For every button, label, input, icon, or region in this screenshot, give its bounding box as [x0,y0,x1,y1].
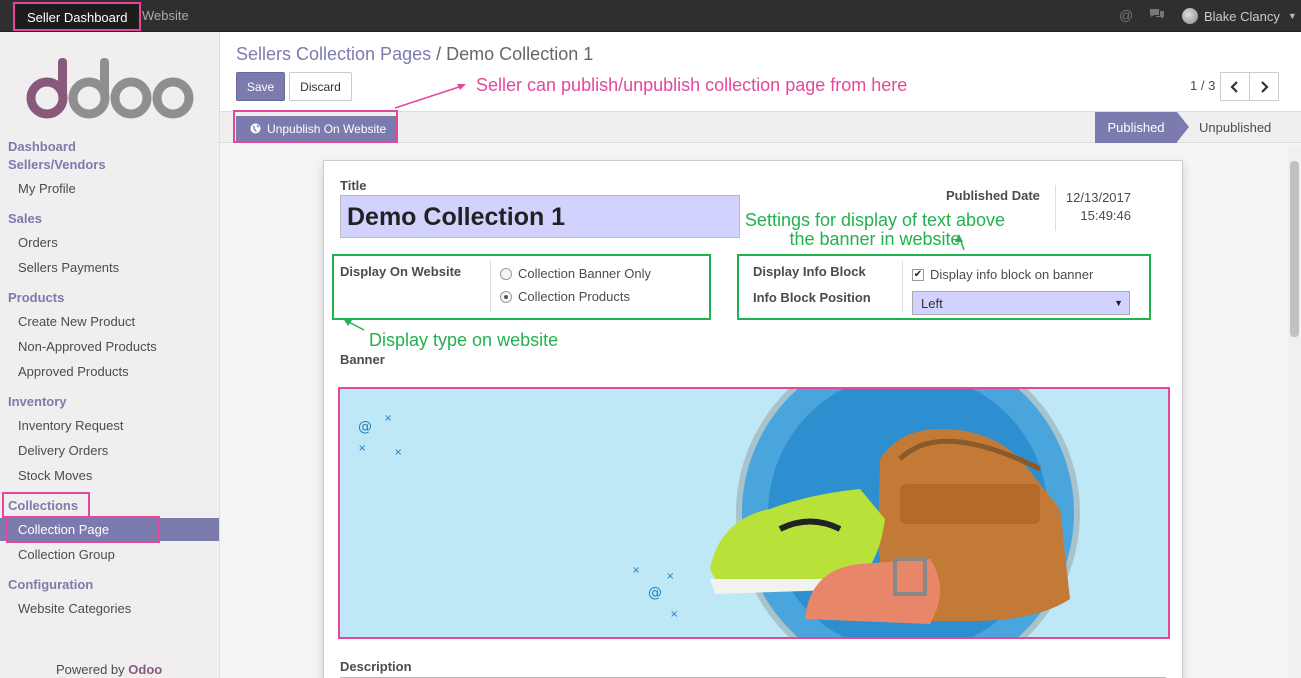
banner-label: Banner [340,352,385,367]
published-date-label: Published Date [946,188,1040,203]
breadcrumb-current: Demo Collection 1 [446,44,594,64]
select-value: Left [921,296,943,311]
radio-collection-products[interactable]: Collection Products [500,289,630,304]
svg-text:@: @ [648,585,662,601]
title-label: Title [340,178,367,193]
powered-by-text: Powered by [56,662,125,677]
sidebar-item-create-new-product[interactable]: Create New Product [18,314,135,329]
sidebar-item-approved-products[interactable]: Approved Products [18,364,129,379]
annotation-line: Settings for display of text above [744,210,1006,230]
sidebar-item-orders[interactable]: Orders [18,235,58,250]
menu-section-configuration[interactable]: Configuration [8,577,93,592]
menu-section-sellers-vendors[interactable]: Sellers/Vendors [8,157,106,172]
avatar [1182,8,1198,24]
powered-by: Powered by Odoo [56,662,162,677]
divider [490,261,491,313]
checkbox-label: Display info block on banner [930,267,1094,282]
banner-image[interactable]: @ × × × × × @ × [338,387,1170,639]
annotation-display-type-note: Display type on website [369,330,559,350]
chevron-down-icon: ▼ [1114,298,1123,308]
pager-previous-button[interactable] [1220,72,1250,101]
control-panel: Sellers Collection Pages / Demo Collecti… [220,32,1301,112]
mentions-icon[interactable]: @ [1119,7,1133,23]
chevron-right-icon [1261,80,1269,93]
user-name: Blake Clancy [1204,8,1280,24]
status-arrow [1177,112,1189,142]
published-date-value: 12/13/2017 15:49:46 [1065,189,1131,225]
sidebar-item-non-approved-products[interactable]: Non-Approved Products [18,339,157,354]
svg-text:×: × [666,571,674,582]
odoo-logo [26,58,194,119]
status-published[interactable]: Published [1095,112,1177,143]
annotation-publish-note: Seller can publish/unpublish collection … [476,75,908,95]
menu-section-inventory[interactable]: Inventory [8,394,67,409]
svg-text:×: × [384,413,392,424]
sidebar-item-website-categories[interactable]: Website Categories [18,601,131,616]
svg-text:×: × [358,443,366,454]
sidebar-item-collection-page[interactable]: Collection Page [18,522,109,537]
divider [902,261,903,313]
menu-section-products[interactable]: Products [8,290,64,305]
display-info-block-label: Display Info Block [753,264,866,279]
pager-next-button[interactable] [1249,72,1279,101]
sidebar-item-collection-group[interactable]: Collection Group [18,547,115,562]
unpublish-button[interactable]: Unpublish On Website [236,116,397,141]
main-content: Sellers Collection Pages / Demo Collecti… [220,32,1301,678]
status-unpublished[interactable]: Unpublished [1199,112,1271,143]
checkbox-checked-icon[interactable]: ✔ [912,268,924,281]
menu-section-dashboard[interactable]: Dashboard [8,139,76,154]
chevron-down-icon: ▼ [1287,11,1297,21]
radio-button[interactable] [500,267,512,280]
svg-text:@: @ [358,419,372,435]
save-button[interactable]: Save [236,72,285,101]
user-menu[interactable]: Blake Clancy ▼ [1182,8,1297,24]
globe-icon [250,123,261,134]
chevron-left-icon [1230,80,1238,93]
breadcrumb-parent[interactable]: Sellers Collection Pages [236,44,431,64]
published-date: 12/13/2017 [1065,190,1131,205]
status-bar: Unpublish On Website Published Unpublish… [220,110,1301,143]
info-block-position-select[interactable]: Left ▼ [912,291,1130,315]
breadcrumb: Sellers Collection Pages / Demo Collecti… [236,44,593,65]
divider [1055,185,1056,231]
radio-label: Collection Products [518,289,630,304]
sidebar-item-stock-moves[interactable]: Stock Moves [18,468,92,483]
svg-text:×: × [670,609,678,620]
menu-website[interactable]: Website [142,8,189,23]
radio-label: Collection Banner Only [518,266,651,281]
display-info-block-checkbox[interactable]: ✔ Display info block on banner [912,267,1093,282]
app-menu-seller-dashboard[interactable]: Seller Dashboard [13,2,142,31]
scrollbar-thumb[interactable] [1290,161,1299,337]
menu-section-sales[interactable]: Sales [8,211,42,226]
display-on-website-label: Display On Website [340,264,462,279]
sidebar: Dashboard Sellers/Vendors My Profile Sal… [0,32,220,678]
breadcrumb-separator: / [436,44,442,64]
sidebar-item-my-profile[interactable]: My Profile [18,181,76,196]
annotation-info-block-note: Settings for display of text above the b… [740,211,1010,249]
discard-button[interactable]: Discard [289,72,352,101]
radio-banner-only[interactable]: Collection Banner Only [500,266,651,281]
odoo-link[interactable]: Odoo [128,662,162,677]
svg-text:×: × [632,565,640,576]
radio-button[interactable] [500,290,512,303]
svg-text:×: × [394,447,402,458]
description-label: Description [340,659,412,674]
chat-icon[interactable] [1149,8,1165,21]
title-input[interactable]: Demo Collection 1 [340,195,740,238]
sidebar-item-inventory-request[interactable]: Inventory Request [18,418,124,433]
top-navbar: Seller Dashboard Website @ Blake Clancy … [0,0,1301,32]
sidebar-item-delivery-orders[interactable]: Delivery Orders [18,443,108,458]
pager-value: 1 / 3 [1190,78,1216,93]
banner-illustration: @ × × × × × @ × [340,389,1168,637]
menu-section-collections[interactable]: Collections [8,498,78,513]
published-time: 15:49:46 [1080,208,1131,223]
info-block-position-label: Info Block Position [753,290,871,305]
sidebar-item-sellers-payments[interactable]: Sellers Payments [18,260,119,275]
unpublish-label: Unpublish On Website [267,121,387,136]
vertical-scrollbar[interactable] [1288,145,1301,678]
annotation-line: the banner in website [789,229,961,249]
